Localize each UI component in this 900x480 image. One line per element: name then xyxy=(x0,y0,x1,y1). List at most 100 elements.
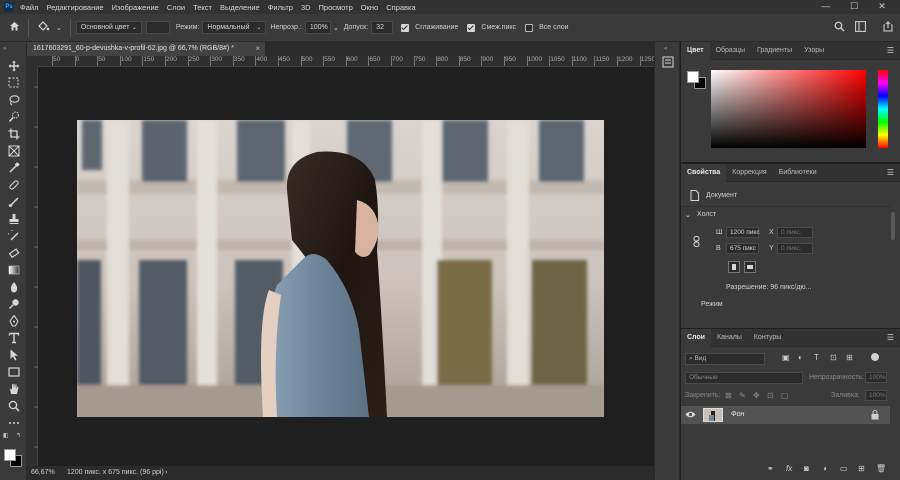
quick-selection-tool-icon[interactable] xyxy=(7,110,20,123)
stamp-tool-icon[interactable] xyxy=(7,212,20,225)
ruler-left[interactable] xyxy=(27,67,38,466)
new-group-icon[interactable]: ▭ xyxy=(840,464,848,473)
link-icon[interactable] xyxy=(693,236,700,249)
menu-window[interactable]: Окно xyxy=(361,3,378,12)
rectangle-tool-icon[interactable] xyxy=(7,365,20,378)
layer-opacity-input[interactable]: 100% xyxy=(865,372,887,383)
chevron-down-icon[interactable]: ⌄ xyxy=(333,24,339,32)
landscape-orientation-icon[interactable] xyxy=(744,261,756,273)
color-field[interactable] xyxy=(711,70,866,148)
menu-select[interactable]: Выделение xyxy=(220,3,260,12)
document-canvas[interactable] xyxy=(77,120,604,417)
all-layers-checkbox[interactable] xyxy=(525,23,534,32)
layer-mask-icon[interactable]: ◙ xyxy=(804,464,809,473)
width-input[interactable]: 1200 пикс xyxy=(726,227,760,238)
history-panel-icon[interactable] xyxy=(662,56,674,70)
properties-scrollbar[interactable] xyxy=(891,212,895,240)
minimize-button[interactable]: — xyxy=(812,0,840,14)
mode-select[interactable]: Нормальный ⌄ xyxy=(202,21,267,34)
hue-slider[interactable] xyxy=(878,70,888,148)
delete-layer-icon[interactable]: 🗑 xyxy=(876,464,886,473)
eyedropper-tool-icon[interactable] xyxy=(7,161,20,174)
status-menu-arrow[interactable]: › xyxy=(165,469,167,476)
path-selection-tool-icon[interactable] xyxy=(7,348,20,361)
fill-source-select[interactable]: Основной цвет ⌄ xyxy=(75,21,142,34)
filter-smart-object-icon[interactable]: ⊞ xyxy=(846,353,853,362)
type-tool-icon[interactable] xyxy=(7,331,20,344)
hand-tool-icon[interactable] xyxy=(7,382,20,395)
lock-position-icon[interactable]: ✥ xyxy=(753,391,760,400)
menu-edit[interactable]: Редактирование xyxy=(46,3,103,12)
home-icon[interactable] xyxy=(9,21,20,34)
tab-adjustments[interactable]: Коррекция xyxy=(726,164,772,182)
x-input[interactable]: 0 пикс. xyxy=(777,227,813,238)
tab-properties[interactable]: Свойства xyxy=(681,163,727,182)
healing-brush-tool-icon[interactable] xyxy=(7,178,20,191)
tab-gradients[interactable]: Градиенты xyxy=(751,42,798,60)
lasso-tool-icon[interactable] xyxy=(7,93,20,106)
dodge-tool-icon[interactable] xyxy=(7,297,20,310)
default-colors-icon[interactable]: ◧ xyxy=(3,432,9,439)
tab-channels[interactable]: Каналы xyxy=(711,329,748,347)
filter-shape-icon[interactable]: ⊡ xyxy=(830,353,837,362)
filter-adjustment-icon[interactable]: ◐ xyxy=(798,353,803,362)
close-window-button[interactable]: ✕ xyxy=(868,0,896,14)
more-tools-icon[interactable] xyxy=(7,416,20,429)
tab-libraries[interactable]: Библиотеки xyxy=(773,164,823,182)
expand-panels-icon[interactable]: « xyxy=(664,46,667,52)
blend-mode-select[interactable]: Обычные xyxy=(685,372,803,384)
new-layer-icon[interactable]: ⊞ xyxy=(858,464,865,473)
eraser-tool-icon[interactable] xyxy=(7,246,20,259)
paint-bucket-tool-icon[interactable] xyxy=(37,20,50,35)
menu-file[interactable]: Файл xyxy=(20,3,38,12)
foreground-color-swatch[interactable] xyxy=(4,449,16,461)
filter-pixel-icon[interactable]: ▣ xyxy=(782,353,790,362)
opacity-input[interactable]: 100% xyxy=(304,21,331,34)
crop-tool-icon[interactable] xyxy=(7,127,20,140)
collapse-icon[interactable]: » xyxy=(3,46,6,52)
lock-all-icon[interactable]: ▢ xyxy=(781,391,789,400)
lock-transparent-icon[interactable]: ⊠ xyxy=(725,391,732,400)
workspace-icon[interactable] xyxy=(855,21,866,35)
menu-view[interactable]: Просмотр xyxy=(319,3,353,12)
chevron-down-icon[interactable]: ⌄ xyxy=(56,24,62,32)
foreground-color-chip[interactable] xyxy=(687,71,699,83)
tab-layers[interactable]: Слои xyxy=(681,328,711,347)
tab-color[interactable]: Цвет xyxy=(681,41,710,60)
layer-style-icon[interactable]: fx xyxy=(786,464,792,473)
tolerance-input[interactable]: 32 xyxy=(371,21,394,34)
swap-colors-icon[interactable]: ↰ xyxy=(16,432,21,439)
share-icon[interactable] xyxy=(883,21,893,35)
menu-help[interactable]: Справка xyxy=(386,3,415,12)
y-input[interactable]: 0 пикс. xyxy=(777,243,813,254)
blur-tool-icon[interactable] xyxy=(7,280,20,293)
eye-icon[interactable] xyxy=(685,410,696,421)
pen-tool-icon[interactable] xyxy=(7,314,20,327)
panel-menu-icon[interactable]: ☰ xyxy=(887,46,894,55)
menu-layers[interactable]: Слои xyxy=(167,3,185,12)
menu-type[interactable]: Текст xyxy=(193,3,212,12)
height-input[interactable]: 675 пикс xyxy=(726,243,759,254)
gradient-tool-icon[interactable] xyxy=(7,263,20,276)
contiguous-checkbox[interactable] xyxy=(467,23,476,32)
lock-icon[interactable] xyxy=(871,410,879,422)
maximize-button[interactable]: ☐ xyxy=(840,0,868,14)
fill-input[interactable]: 100% xyxy=(865,390,887,401)
search-icon[interactable] xyxy=(834,21,845,35)
zoom-tool-icon[interactable] xyxy=(7,399,20,412)
zoom-level[interactable]: 66,67% xyxy=(31,469,55,476)
tab-swatches[interactable]: Образцы xyxy=(710,42,751,60)
link-layers-icon[interactable]: ⚭ xyxy=(767,464,774,473)
close-tab-icon[interactable]: × xyxy=(255,44,260,53)
lock-image-icon[interactable]: ✎ xyxy=(739,391,746,400)
menu-3d[interactable]: 3D xyxy=(301,3,311,12)
document-tab[interactable]: 1617603291_60-p-devushka-v-profil-62.jpg… xyxy=(27,42,265,56)
layer-filter-select[interactable]: ⌕ Вид xyxy=(685,353,765,365)
move-tool-icon[interactable] xyxy=(7,59,20,72)
marquee-tool-icon[interactable] xyxy=(7,76,20,89)
pattern-picker[interactable] xyxy=(145,21,170,34)
panel-menu-icon[interactable]: ☰ xyxy=(887,333,894,342)
panel-menu-icon[interactable]: ☰ xyxy=(887,168,894,177)
lock-artboard-icon[interactable]: ⊡ xyxy=(767,391,774,400)
filter-toggle[interactable] xyxy=(871,353,879,361)
